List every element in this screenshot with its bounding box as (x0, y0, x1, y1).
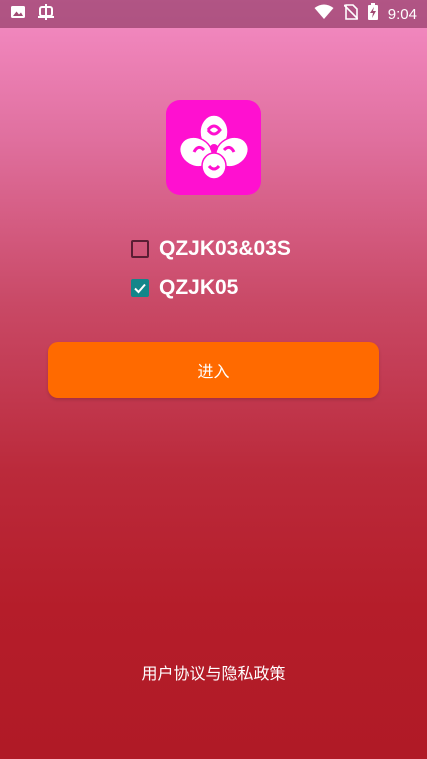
option-row-qzjk05[interactable]: QZJK05 (131, 276, 238, 300)
battery-charging-icon (367, 3, 378, 25)
checkbox-qzjk05[interactable] (131, 279, 149, 297)
status-bar: 9:04 (0, 0, 427, 28)
option-label-qzjk05: QZJK05 (159, 276, 239, 299)
privacy-policy-link[interactable]: 用户协议与隐私政策 (0, 660, 427, 684)
wifi-icon (314, 4, 334, 25)
checkmark-icon (134, 283, 146, 294)
app-logo (166, 100, 261, 195)
image-icon (10, 4, 26, 25)
option-label-qzjk03: QZJK03&03S (159, 237, 291, 260)
no-sim-icon (343, 3, 359, 25)
status-left-icons (10, 3, 56, 26)
option-row-qzjk03[interactable]: QZJK03&03S (131, 237, 291, 261)
enter-button[interactable]: 进入 (48, 342, 379, 398)
bug-icon (36, 3, 56, 26)
checkbox-qzjk03[interactable] (131, 240, 149, 258)
status-right-icons: 9:04 (314, 3, 417, 25)
flower-logo-icon (178, 113, 249, 180)
status-time: 9:04 (387, 5, 417, 23)
